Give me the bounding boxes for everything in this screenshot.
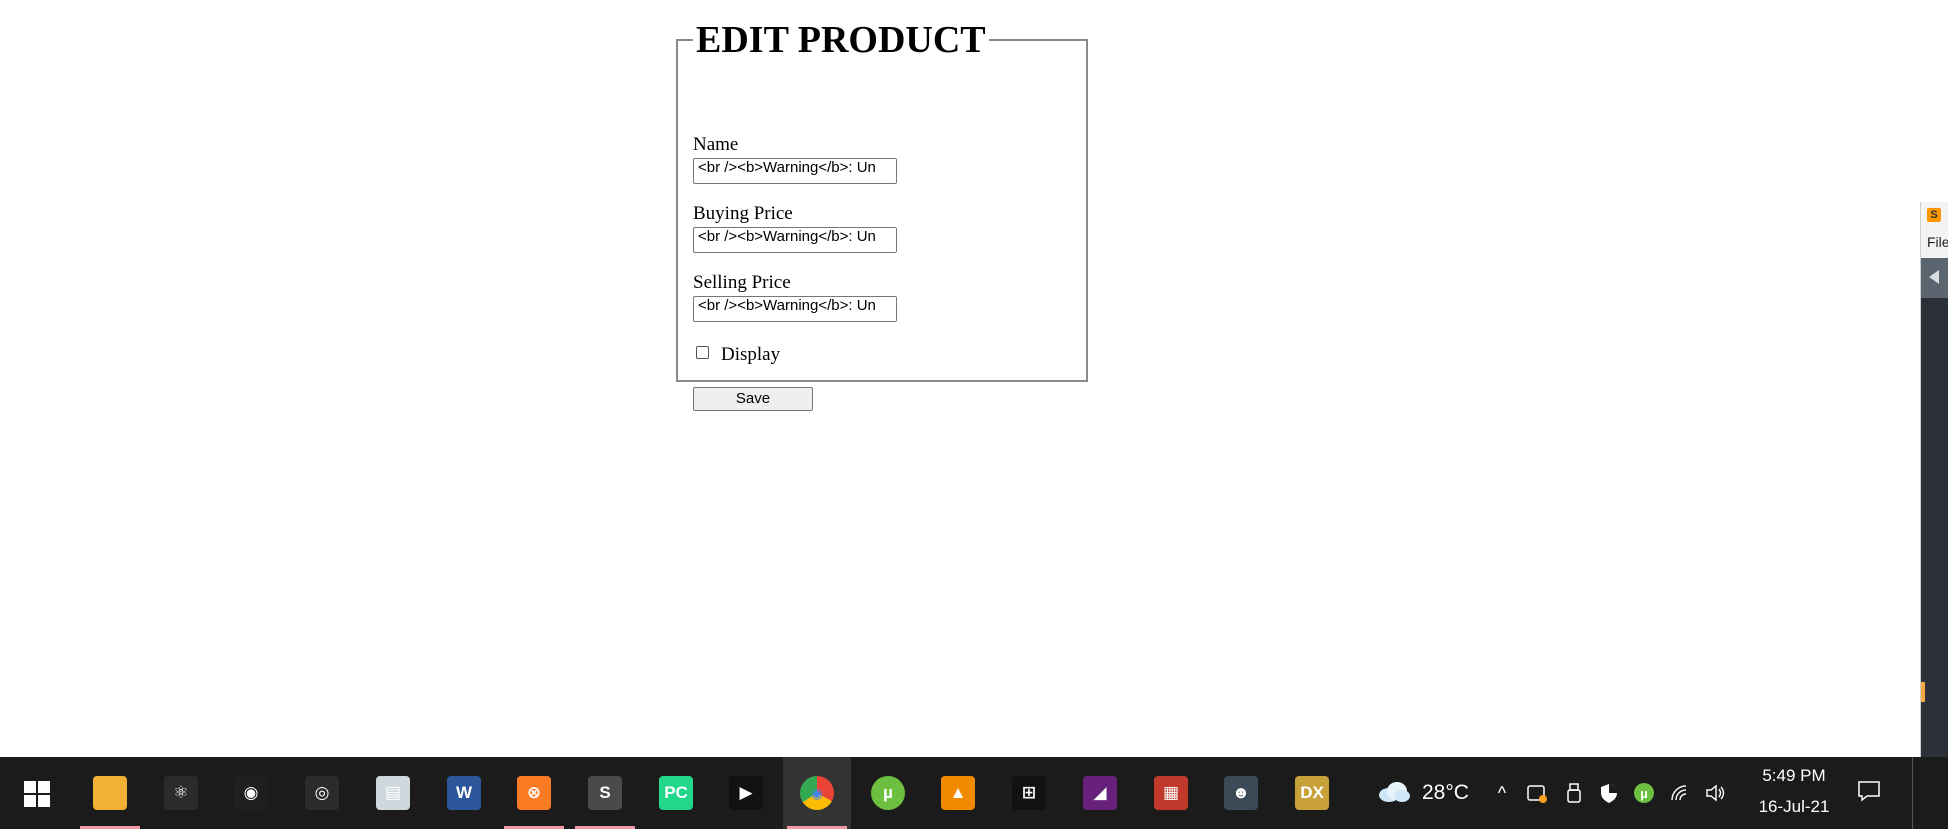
game-soldier-icon: ☻ [1224,776,1258,810]
edit-product-form: EDIT PRODUCT Name <br /><b>Warning</b>: … [676,18,1088,411]
performance-monitor-icon: ▤ [376,776,410,810]
vlc-icon: ▲ [941,776,975,810]
obs-icon: ◎ [305,776,339,810]
atom-glyph: ⚛ [173,783,189,802]
buying-price-field-group: Buying Price <br /><b>Warning</b>: Un [693,203,897,253]
winrar-taskbar-button[interactable]: ▦ [1137,757,1205,829]
deus-ex-icon: DX [1295,776,1329,810]
sublime-text-taskbar-button[interactable]: S [571,757,639,829]
obs-taskbar-button[interactable]: ◎ [288,757,356,829]
clock-date[interactable]: 16-Jul-21 [1748,797,1840,817]
utorrent-tray-icon[interactable]: µ [1633,782,1655,804]
screen-capture-icon: ⊞ [1012,776,1046,810]
name-field-group: Name <br /><b>Warning</b>: Un [693,134,897,184]
action-center-icon[interactable] [1857,780,1881,802]
editor-area[interactable] [1921,298,1948,757]
xampp-glyph: ⊗ [526,783,542,802]
file-explorer-icon [93,776,127,810]
save-button[interactable]: Save [693,387,813,411]
game-soldier-taskbar-button[interactable]: ☻ [1207,757,1275,829]
tab-scroll-left-icon[interactable] [1929,270,1939,284]
utorrent-taskbar-button[interactable]: µ [854,757,922,829]
media-player-glyph: ▶ [739,783,753,802]
word-glyph: W [455,783,473,802]
winrar-glyph: ▦ [1162,783,1180,802]
pycharm-taskbar-button[interactable]: PC [642,757,710,829]
chrome-glyph: ◉ [810,785,824,801]
sublime-text-glyph: S [599,783,611,802]
visual-studio-glyph: ◢ [1093,783,1107,802]
pycharm-glyph: PC [664,783,688,802]
svg-text:µ: µ [1640,786,1648,801]
chrome-icon: ◉ [800,776,834,810]
vlc-glyph: ▲ [949,783,967,802]
pycharm-icon: PC [659,776,693,810]
weather-cloud-icon[interactable] [1378,781,1410,803]
vlc-taskbar-button[interactable]: ▲ [924,757,992,829]
xampp-taskbar-button[interactable]: ⊗ [500,757,568,829]
file-explorer-glyph [93,776,127,810]
word-taskbar-button[interactable]: W [430,757,498,829]
display-label: Display [721,344,781,365]
form-legend: EDIT PRODUCT [696,19,986,61]
name-input[interactable]: <br /><b>Warning</b>: Un [693,158,897,184]
selling-price-field-group: Selling Price <br /><b>Warning</b>: Un [693,272,897,322]
sublime-text-window-edge[interactable]: S File [1920,202,1948,757]
taskbar: ⚛ ◉ ◎ ▤ W ⊗ S PC ▶ ◉ µ ▲ ⊞ ◢ ▦ ☻ DX 28°C ^ µ 5:49 PM 16-… [0,757,1948,829]
selling-price-label: Selling Price [693,272,791,293]
clock-time[interactable]: 5:49 PM [1756,766,1832,786]
sync-status-icon[interactable] [1526,782,1548,804]
winrar-icon: ▦ [1154,776,1188,810]
wifi-icon[interactable] [1669,782,1691,804]
name-label: Name [693,134,739,155]
atom-taskbar-button[interactable]: ⚛ [147,757,215,829]
volume-icon[interactable] [1705,782,1727,804]
sublime-text-icon: S [588,776,622,810]
file-explorer-taskbar-button[interactable] [76,757,144,829]
performance-monitor-taskbar-button[interactable]: ▤ [359,757,427,829]
window-titlebar: S File [1921,202,1948,258]
security-shield-icon[interactable] [1598,782,1620,804]
scroll-marker [1921,682,1925,702]
sublime-logo-icon: S [1927,208,1941,222]
windows-logo-icon [24,781,50,807]
show-desktop-button[interactable] [1912,757,1913,829]
show-hidden-icons-chevron-icon[interactable]: ^ [1491,782,1513,804]
visual-studio-taskbar-button[interactable]: ◢ [1066,757,1134,829]
xampp-icon: ⊗ [517,776,551,810]
game-soldier-glyph: ☻ [1232,783,1250,802]
nvidia-glyph: ◉ [243,783,259,802]
tab-strip [1921,258,1948,298]
word-icon: W [447,776,481,810]
selling-price-input[interactable]: <br /><b>Warning</b>: Un [693,296,897,322]
performance-monitor-glyph: ▤ [384,783,402,802]
deus-ex-taskbar-button[interactable]: DX [1278,757,1346,829]
nvidia-icon: ◉ [234,776,268,810]
deus-ex-glyph: DX [1300,783,1324,802]
nvidia-taskbar-button[interactable]: ◉ [217,757,285,829]
buying-price-label: Buying Price [693,203,793,224]
screen-capture-glyph: ⊞ [1021,783,1037,802]
display-option: Display [696,344,780,366]
visual-studio-icon: ◢ [1083,776,1117,810]
utorrent-glyph: µ [883,783,893,802]
utorrent-icon: µ [871,776,905,810]
obs-glyph: ◎ [314,783,330,802]
start-button[interactable] [2,757,70,829]
usb-device-icon[interactable] [1563,782,1585,804]
media-player-icon: ▶ [729,776,763,810]
buying-price-input[interactable]: <br /><b>Warning</b>: Un [693,227,897,253]
weather-temperature[interactable]: 28°C [1422,781,1469,805]
atom-icon: ⚛ [164,776,198,810]
chrome-taskbar-button[interactable]: ◉ [783,757,851,829]
media-player-taskbar-button[interactable]: ▶ [712,757,780,829]
screen-capture-taskbar-button[interactable]: ⊞ [995,757,1063,829]
display-checkbox[interactable] [696,345,709,359]
file-menu[interactable]: File [1927,234,1948,250]
